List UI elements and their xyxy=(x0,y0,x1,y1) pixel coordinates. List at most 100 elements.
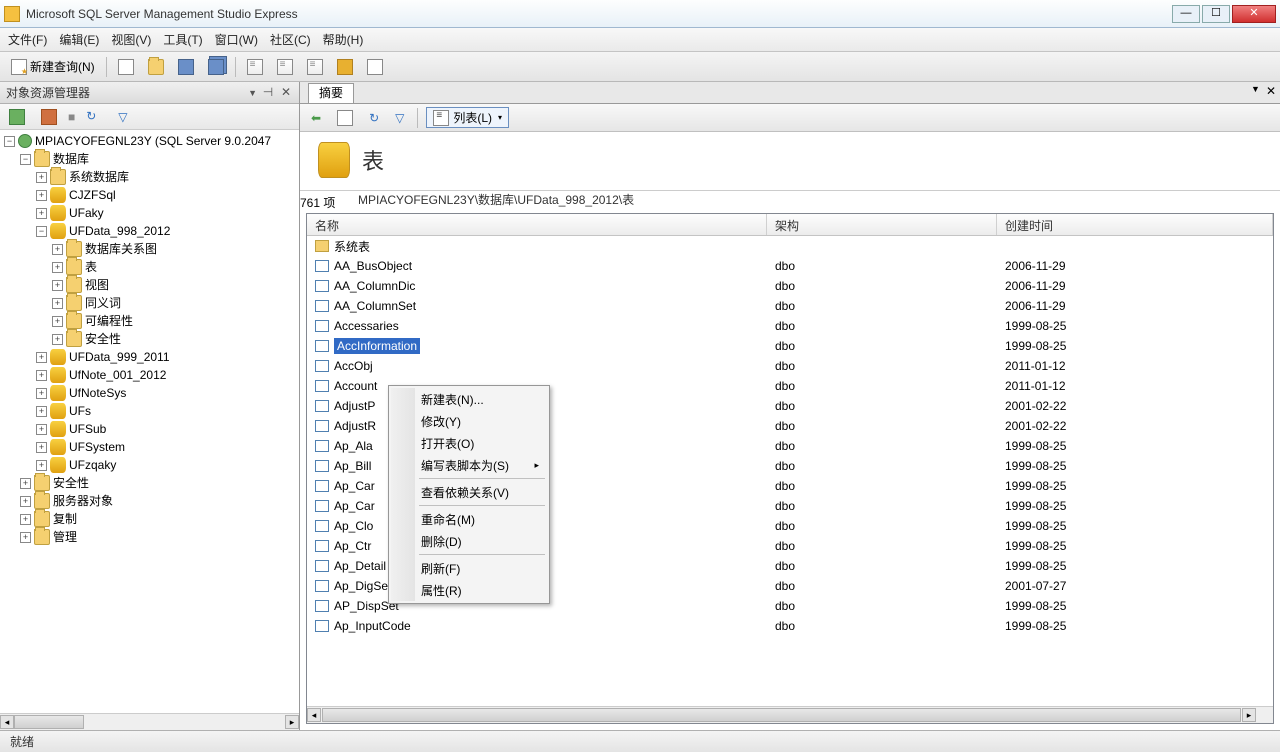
expand-toggle[interactable]: + xyxy=(36,172,47,183)
table-row[interactable]: AA_ColumnSetdbo2006-11-29 xyxy=(307,296,1273,316)
scroll-right-arrow[interactable]: ▸ xyxy=(1242,708,1256,722)
tab-summary[interactable]: 摘要 xyxy=(308,83,354,103)
expand-toggle[interactable]: + xyxy=(20,496,31,507)
tree-node[interactable]: 同义词 xyxy=(85,294,121,312)
toolbar-btn-7[interactable] xyxy=(302,56,328,78)
table-row[interactable]: AA_ColumnDicdbo2006-11-29 xyxy=(307,276,1273,296)
expand-toggle[interactable]: + xyxy=(36,442,47,453)
tree-databases[interactable]: 数据库 xyxy=(53,150,89,168)
menu-file[interactable]: 文件(F) xyxy=(8,31,47,48)
tree-replication[interactable]: 复制 xyxy=(53,510,77,528)
menu-tools[interactable]: 工具(T) xyxy=(163,31,202,48)
expand-toggle[interactable]: + xyxy=(52,298,63,309)
table-row[interactable]: 系统表 xyxy=(307,236,1273,256)
scroll-right-arrow[interactable]: ▸ xyxy=(285,715,299,729)
tree-db[interactable]: UFs xyxy=(69,402,91,420)
new-query-button[interactable]: 新建查询(N) xyxy=(6,56,100,78)
expand-toggle[interactable]: − xyxy=(36,226,47,237)
expand-toggle[interactable]: + xyxy=(20,532,31,543)
tab-close-icon[interactable]: ✕ xyxy=(1266,84,1276,98)
expand-toggle[interactable]: + xyxy=(20,478,31,489)
scroll-thumb[interactable] xyxy=(14,715,84,729)
menu-community[interactable]: 社区(C) xyxy=(270,31,311,48)
menu-rename[interactable]: 重命名(M) xyxy=(391,508,547,530)
connect-button[interactable] xyxy=(4,106,30,128)
maximize-button[interactable]: ☐ xyxy=(1202,5,1230,23)
toolbar-btn-9[interactable] xyxy=(362,56,388,78)
grid-hscroll[interactable]: ◂ ▸ xyxy=(307,706,1273,723)
expand-toggle[interactable]: + xyxy=(52,316,63,327)
menu-script-as[interactable]: 编写表脚本为(S)▸ xyxy=(391,454,547,476)
toolbar-btn-6[interactable] xyxy=(272,56,298,78)
tree-server-objects[interactable]: 服务器对象 xyxy=(53,492,113,510)
menu-window[interactable]: 窗口(W) xyxy=(215,31,258,48)
scroll-left-arrow[interactable]: ◂ xyxy=(0,715,14,729)
tree-security[interactable]: 安全性 xyxy=(53,474,89,492)
expand-toggle[interactable]: + xyxy=(52,334,63,345)
refresh-button[interactable]: ↻ xyxy=(364,107,384,129)
expand-toggle[interactable]: − xyxy=(20,154,31,165)
history-button[interactable] xyxy=(332,107,358,129)
expand-toggle[interactable]: + xyxy=(36,190,47,201)
tab-dropdown-icon[interactable]: ▼ xyxy=(1251,84,1260,98)
expand-toggle[interactable]: + xyxy=(36,406,47,417)
tree-db[interactable]: UFzqaky xyxy=(69,456,116,474)
tree-node[interactable]: 数据库关系图 xyxy=(85,240,157,258)
filter-button[interactable]: ▽ xyxy=(390,107,409,129)
tree-node[interactable]: 视图 xyxy=(85,276,109,294)
table-row[interactable]: Ap_InputCodedbo1999-08-25 xyxy=(307,616,1273,636)
menu-modify[interactable]: 修改(Y) xyxy=(391,410,547,432)
tree-db[interactable]: UFaky xyxy=(69,204,104,222)
table-row[interactable]: AccObjdbo2011-01-12 xyxy=(307,356,1273,376)
panel-close-icon[interactable]: ✕ xyxy=(279,86,293,100)
menu-refresh[interactable]: 刷新(F) xyxy=(391,557,547,579)
menu-view-deps[interactable]: 查看依赖关系(V) xyxy=(391,481,547,503)
back-button[interactable]: ⬅ xyxy=(306,107,326,129)
menu-open-table[interactable]: 打开表(O) xyxy=(391,432,547,454)
expand-toggle[interactable]: + xyxy=(36,424,47,435)
toolbar-btn-5[interactable] xyxy=(242,56,268,78)
scroll-thumb[interactable] xyxy=(322,708,1241,722)
panel-options-dropdown[interactable]: ▼ xyxy=(248,88,257,98)
column-header-schema[interactable]: 架构 xyxy=(767,214,997,235)
menu-delete[interactable]: 删除(D) xyxy=(391,530,547,552)
tree-db[interactable]: UFSystem xyxy=(69,438,125,456)
minimize-button[interactable]: — xyxy=(1172,5,1200,23)
tree-sys-db[interactable]: 系统数据库 xyxy=(69,168,129,186)
column-header-name[interactable]: 名称 xyxy=(307,214,767,235)
table-row[interactable]: Accessariesdbo1999-08-25 xyxy=(307,316,1273,336)
tree-db[interactable]: UFSub xyxy=(69,420,106,438)
filter-button[interactable]: ▽ xyxy=(113,106,132,128)
expand-toggle[interactable]: + xyxy=(52,280,63,291)
tree-db[interactable]: UfNoteSys xyxy=(69,384,126,402)
toolbar-btn-save[interactable] xyxy=(173,56,199,78)
menu-help[interactable]: 帮助(H) xyxy=(323,31,364,48)
menu-new-table[interactable]: 新建表(N)... xyxy=(391,388,547,410)
tree-db[interactable]: UFData_999_2011 xyxy=(69,348,170,366)
expand-toggle[interactable]: + xyxy=(52,244,63,255)
column-header-date[interactable]: 创建时间 xyxy=(997,214,1273,235)
expand-toggle[interactable]: + xyxy=(36,388,47,399)
close-button[interactable]: ✕ xyxy=(1232,5,1276,23)
tree-node[interactable]: 可编程性 xyxy=(85,312,133,330)
scroll-left-arrow[interactable]: ◂ xyxy=(307,708,321,722)
tree-server[interactable]: MPIACYOFEGNL23Y (SQL Server 9.0.2047 xyxy=(35,132,271,150)
expand-toggle[interactable]: + xyxy=(36,208,47,219)
expand-toggle[interactable]: − xyxy=(4,136,15,147)
expand-toggle[interactable]: + xyxy=(36,370,47,381)
object-explorer-hscroll[interactable]: ◂ ▸ xyxy=(0,713,299,730)
menu-properties[interactable]: 属性(R) xyxy=(391,579,547,601)
expand-toggle[interactable]: + xyxy=(20,514,31,525)
tree-node[interactable]: 安全性 xyxy=(85,330,121,348)
tree-node-tables[interactable]: 表 xyxy=(85,258,97,276)
toolbar-btn-8[interactable] xyxy=(332,56,358,78)
tree-db[interactable]: UfNote_001_2012 xyxy=(69,366,166,384)
expand-toggle[interactable]: + xyxy=(52,262,63,273)
toolbar-btn-new-project[interactable] xyxy=(113,56,139,78)
tree-db[interactable]: UFData_998_2012 xyxy=(69,222,170,240)
expand-toggle[interactable]: + xyxy=(36,460,47,471)
toolbar-btn-open[interactable] xyxy=(143,56,169,78)
object-explorer-tree[interactable]: −MPIACYOFEGNL23Y (SQL Server 9.0.2047 −数… xyxy=(0,130,299,713)
tree-db[interactable]: CJZFSql xyxy=(69,186,116,204)
menu-edit[interactable]: 编辑(E) xyxy=(59,31,99,48)
